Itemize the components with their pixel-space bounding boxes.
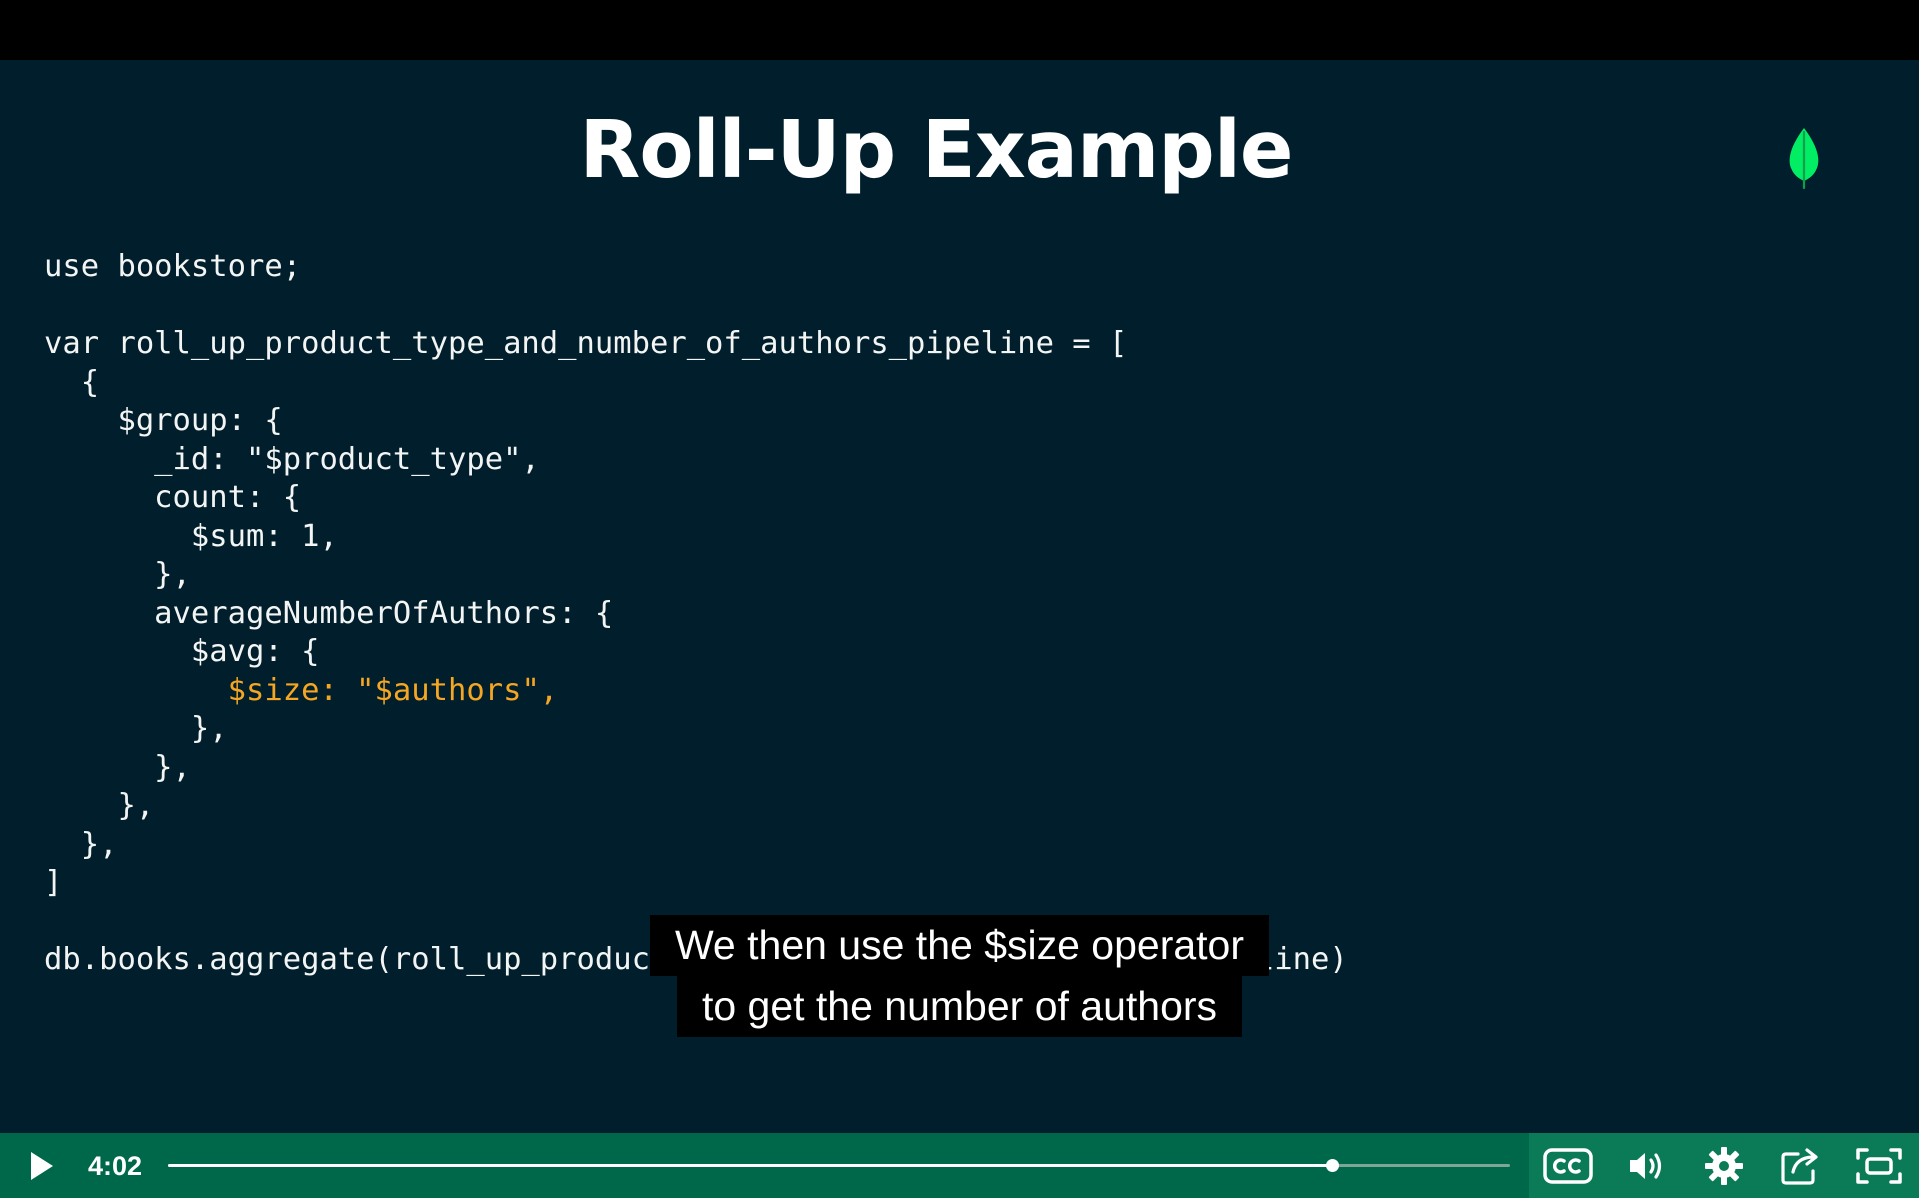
closed-captions-icon[interactable] [1541,1146,1595,1186]
slide-title: Roll-Up Example [579,104,1293,196]
code-line: $avg: { [44,634,320,669]
code-line: }, [44,711,228,746]
code-line: $size: "$authors", [227,672,559,708]
leaf-icon [1786,126,1822,192]
code-line: count: { [44,480,302,515]
code-line: $sum: 1, [44,518,338,554]
progress-played [168,1164,1332,1167]
top-letterbox-bar [0,0,1919,60]
progress-handle[interactable] [1325,1159,1339,1172]
code-line: averageNumberOfAuthors: { [44,595,614,631]
current-time: 4:02 [88,1151,143,1181]
code-line: $group: { [44,403,283,438]
code-line: { [44,364,100,400]
share-icon[interactable] [1778,1144,1822,1188]
volume-icon[interactable] [1626,1146,1670,1186]
subtitle-line-2: to get the number of authors [676,976,1243,1037]
code-line: var roll_up_product_type_and_number_of_a… [44,326,1128,361]
fullscreen-icon[interactable] [1854,1144,1904,1188]
code-line: use bookstore; [44,249,302,284]
subtitles: We then use the $size operator to get th… [0,915,1919,1037]
gear-icon[interactable] [1702,1144,1746,1188]
code-block: use bookstore; var roll_up_product_type_a… [44,248,1348,980]
code-line: _id: "$product_type", [44,441,540,477]
code-line: }, [44,749,191,785]
code-line: ] [44,865,63,900]
code-line: }, [44,826,118,862]
subtitle-line-1: We then use the $size operator [649,915,1270,976]
play-icon[interactable] [22,1147,60,1185]
code-line: }, [44,788,155,823]
code-line: }, [44,557,191,592]
progress-bar[interactable] [168,1159,1510,1172]
player-control-bar: 4:02 [0,1133,1919,1198]
